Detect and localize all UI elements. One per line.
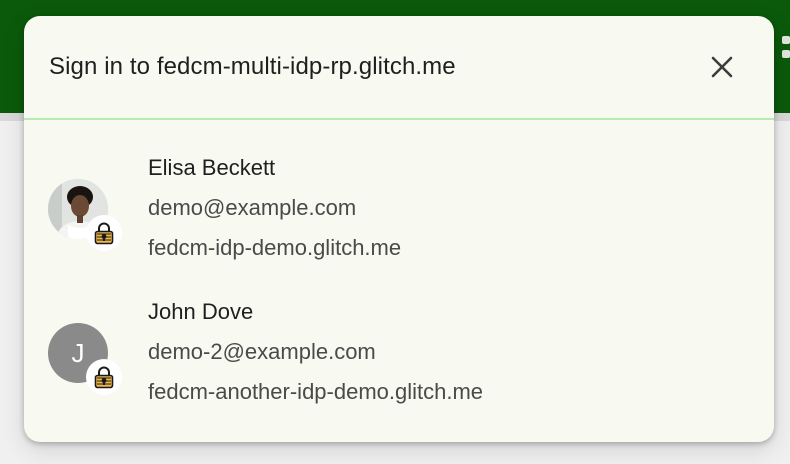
lock-icon <box>90 219 118 247</box>
close-icon <box>711 56 733 78</box>
fedcm-account-chooser-dialog: Sign in to fedcm-multi-idp-rp.glitch.me <box>24 16 774 442</box>
account-email: demo-2@example.com <box>148 339 376 364</box>
dialog-header: Sign in to fedcm-multi-idp-rp.glitch.me <box>24 16 774 120</box>
idp-badge <box>86 359 122 395</box>
account-name: John Dove <box>148 299 254 324</box>
page-grid-icon <box>776 36 790 62</box>
account-idp: fedcm-another-idp-demo.glitch.me <box>148 379 484 404</box>
idp-badge <box>86 215 122 251</box>
account-name: Elisa Beckett <box>148 155 276 180</box>
account-list: Elisa Beckett demo@example.com fedcm-idp… <box>24 120 774 436</box>
account-avatar: J <box>48 323 122 395</box>
account-idp: fedcm-idp-demo.glitch.me <box>148 235 402 260</box>
close-button[interactable] <box>706 51 738 83</box>
account-email: demo@example.com <box>148 195 357 220</box>
lock-icon <box>90 363 118 391</box>
account-row-elisa-beckett[interactable]: Elisa Beckett demo@example.com fedcm-idp… <box>24 148 774 292</box>
account-avatar <box>48 179 122 251</box>
dialog-title: Sign in to fedcm-multi-idp-rp.glitch.me <box>49 53 456 80</box>
account-row-john-dove[interactable]: J John Dove demo-2@example.com fedcm-ano… <box>24 292 774 436</box>
